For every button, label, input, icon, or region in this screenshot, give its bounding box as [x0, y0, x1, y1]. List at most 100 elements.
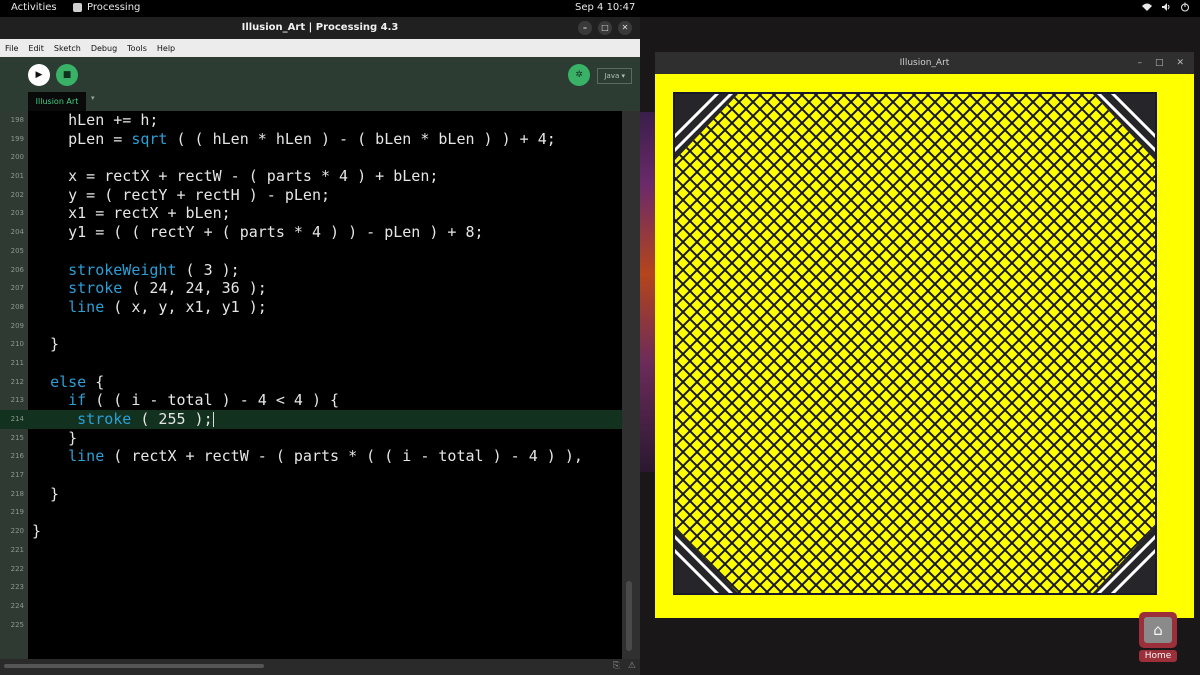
- code-segment: ( ( i - total ) - 4 < 4 ) {: [86, 391, 340, 410]
- code-line[interactable]: 201 x = rectX + rectW - ( parts * 4 ) + …: [0, 167, 622, 186]
- wifi-icon[interactable]: [1142, 2, 1152, 15]
- code-line[interactable]: 209: [0, 317, 622, 336]
- minimize-icon[interactable]: –: [578, 21, 592, 35]
- menu-debug[interactable]: Debug: [86, 44, 122, 53]
- code-text: line ( rectX + rectW - ( parts * ( ( i -…: [32, 447, 583, 466]
- ide-window-controls: – □ ✕: [578, 21, 632, 35]
- code-line[interactable]: 213 if ( ( i - total ) - 4 < 4 ) {: [0, 391, 622, 410]
- line-number: 219: [10, 508, 24, 517]
- activities-button[interactable]: Activities: [11, 2, 57, 13]
- tab-menu-arrow-icon[interactable]: ▾: [91, 94, 95, 102]
- code-line[interactable]: 218 }: [0, 485, 622, 504]
- code-line[interactable]: 204 y1 = ( ( rectY + ( parts * 4 ) ) - p…: [0, 223, 622, 242]
- code-line[interactable]: 210 }: [0, 335, 622, 354]
- status-icons: ⎘ ⚠: [613, 661, 636, 671]
- maximize-icon[interactable]: □: [598, 21, 612, 35]
- code-line[interactable]: 214 stroke ( 255 );: [0, 410, 622, 429]
- sketch-window: Illusion_Art – □ ✕: [655, 52, 1194, 618]
- code-line[interactable]: 200: [0, 148, 622, 167]
- code-text: strokeWeight ( 3 );: [32, 261, 240, 280]
- tab-illusion-art[interactable]: Illusion Art: [28, 92, 86, 111]
- stop-button[interactable]: ■: [56, 64, 78, 86]
- code-line[interactable]: 205: [0, 242, 622, 261]
- close-icon[interactable]: ✕: [618, 21, 632, 35]
- app-menu-processing[interactable]: Processing: [73, 2, 140, 13]
- line-number: 218: [10, 489, 24, 498]
- line-number: 206: [10, 265, 24, 274]
- line-number: 224: [10, 601, 24, 610]
- ide-title: Illusion_Art | Processing 4.3: [241, 22, 399, 33]
- lattice-line: [655, 74, 667, 618]
- line-number: 213: [10, 396, 24, 405]
- power-icon[interactable]: [1180, 2, 1190, 15]
- lattice-line: [1161, 74, 1194, 618]
- debug-button[interactable]: ✲: [568, 64, 590, 86]
- code-line[interactable]: 225: [0, 616, 622, 635]
- clock[interactable]: Sep 4 10:47: [575, 2, 635, 13]
- lattice-line: [1175, 74, 1194, 618]
- code-lines[interactable]: 198 hLen += h; 199 pLen = sqrt ( ( hLen *…: [0, 111, 622, 634]
- code-keyword: sqrt: [131, 129, 168, 148]
- line-number: 205: [10, 246, 24, 255]
- code-line[interactable]: 211: [0, 354, 622, 373]
- code-line[interactable]: 206 strokeWeight ( 3 );: [0, 261, 622, 280]
- line-number: 208: [10, 302, 24, 311]
- code-line[interactable]: 203 x1 = rectX + bLen;: [0, 204, 622, 223]
- line-number: 203: [10, 209, 24, 218]
- console-icon[interactable]: ⎘: [613, 661, 620, 671]
- minimize-icon[interactable]: –: [1137, 52, 1142, 74]
- code-line[interactable]: 199 pLen = sqrt ( ( hLen * hLen ) - ( bL…: [0, 130, 622, 149]
- line-number: 215: [10, 433, 24, 442]
- menu-bar: File Edit Sketch Debug Tools Help: [0, 39, 640, 57]
- code-text: line ( x, y, x1, y1 );: [32, 298, 267, 317]
- processing-ide-window: Illusion_Art | Processing 4.3 – □ ✕ File…: [0, 17, 640, 675]
- run-button[interactable]: ▶: [28, 64, 50, 86]
- sketch-titlebar[interactable]: Illusion_Art – □ ✕: [655, 52, 1194, 74]
- code-text: stroke ( 24, 24, 36 );: [32, 279, 267, 298]
- menu-tools[interactable]: Tools: [122, 44, 152, 53]
- menu-help[interactable]: Help: [152, 44, 180, 53]
- maximize-icon[interactable]: □: [1155, 52, 1164, 74]
- code-line[interactable]: 207 stroke ( 24, 24, 36 );: [0, 279, 622, 298]
- close-icon[interactable]: ✕: [1176, 52, 1184, 74]
- home-launcher-box[interactable]: ⌂: [1139, 612, 1177, 648]
- code-line[interactable]: 224: [0, 597, 622, 616]
- code-line[interactable]: 216 line ( rectX + rectW - ( parts * ( (…: [0, 447, 622, 466]
- vertical-scrollbar[interactable]: [622, 111, 640, 659]
- system-tray[interactable]: [1142, 2, 1190, 15]
- code-line[interactable]: 222: [0, 560, 622, 579]
- menu-sketch[interactable]: Sketch: [49, 44, 86, 53]
- code-line[interactable]: 220}: [0, 522, 622, 541]
- code-line[interactable]: 223: [0, 578, 622, 597]
- sketch-canvas[interactable]: [655, 74, 1194, 618]
- line-number: 223: [10, 583, 24, 592]
- code-line[interactable]: 215 }: [0, 429, 622, 448]
- code-line[interactable]: 221: [0, 541, 622, 560]
- code-editor[interactable]: 198 hLen += h; 199 pLen = sqrt ( ( hLen *…: [0, 111, 640, 659]
- line-number: 214: [10, 415, 24, 423]
- menu-file[interactable]: File: [0, 44, 23, 53]
- code-text: x1 = rectX + bLen;: [32, 204, 231, 223]
- volume-icon[interactable]: [1161, 2, 1171, 15]
- code-line[interactable]: 198 hLen += h;: [0, 111, 622, 130]
- horizontal-scroll-thumb[interactable]: [4, 664, 264, 668]
- code-line[interactable]: 208 line ( x, y, x1, y1 );: [0, 298, 622, 317]
- ide-titlebar[interactable]: Illusion_Art | Processing 4.3 – □ ✕: [0, 17, 640, 39]
- code-line[interactable]: 219: [0, 503, 622, 522]
- menu-edit[interactable]: Edit: [23, 44, 49, 53]
- code-line[interactable]: 202 y = ( rectY + rectH ) - pLen;: [0, 186, 622, 205]
- code-line[interactable]: 212 else {: [0, 373, 622, 392]
- vertical-scroll-thumb[interactable]: [626, 581, 632, 651]
- line-number: 201: [10, 172, 24, 181]
- mode-selector[interactable]: Java ▾: [597, 68, 632, 84]
- horizontal-scrollbar[interactable]: ⎘ ⚠: [0, 659, 640, 675]
- code-line[interactable]: 217: [0, 466, 622, 485]
- lattice-line: [1189, 74, 1194, 618]
- home-launcher[interactable]: ⌂ Home: [1139, 612, 1177, 662]
- error-icon[interactable]: ⚠: [628, 661, 636, 671]
- sketch-title: Illusion_Art: [899, 58, 950, 68]
